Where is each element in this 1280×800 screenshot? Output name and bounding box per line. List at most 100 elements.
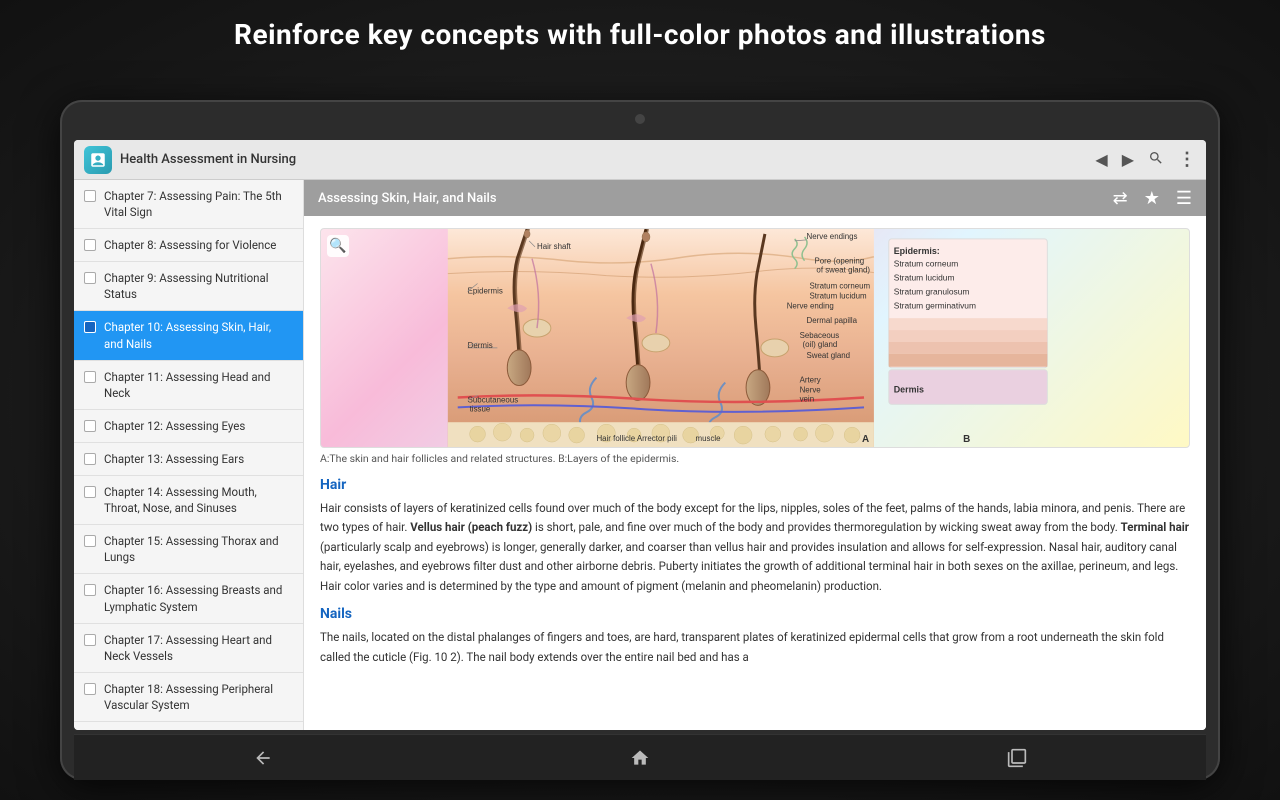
back-nav-button[interactable]	[247, 742, 279, 774]
sidebar-checkbox-ch18	[84, 683, 96, 695]
figure-caption: A:The skin and hair follicles and relate…	[320, 452, 1190, 467]
page-heading: Reinforce key concepts with full-color p…	[0, 18, 1280, 51]
app-title: Health Assessment in Nursing	[120, 152, 1095, 167]
toc-button[interactable]: ☰	[1176, 188, 1192, 209]
svg-text:Nerve endings: Nerve endings	[807, 232, 858, 241]
sidebar-checkbox-ch9	[84, 272, 96, 284]
sidebar-item-ch14[interactable]: Chapter 14: Assessing Mouth, Throat, Nos…	[74, 476, 303, 525]
svg-text:Artery: Artery	[800, 376, 821, 385]
svg-text:Dermal papilla: Dermal papilla	[807, 316, 858, 325]
svg-text:Dermis: Dermis	[894, 385, 924, 395]
sidebar-checkbox-ch8	[84, 239, 96, 251]
sidebar-checkbox-ch11	[84, 371, 96, 383]
back-button[interactable]: ◀	[1095, 150, 1107, 169]
content-header-actions: ⇄ ★ ☰	[1113, 188, 1192, 209]
svg-text:Pore (opening: Pore (opening	[814, 257, 864, 266]
zoom-icon[interactable]: 🔍	[327, 235, 349, 257]
svg-text:of sweat gland): of sweat gland)	[816, 266, 870, 275]
svg-text:Nerve: Nerve	[800, 386, 822, 395]
svg-text:Dermis: Dermis	[468, 341, 493, 350]
sidebar-item-ch12[interactable]: Chapter 12: Assessing Eyes	[74, 410, 303, 443]
app-icon	[84, 146, 112, 174]
svg-text:Sebaceous: Sebaceous	[800, 331, 840, 340]
bookmark-button[interactable]: ★	[1144, 188, 1160, 209]
svg-text:Stratum corneum: Stratum corneum	[810, 281, 871, 290]
sidebar-label-ch9: Chapter 9: Assessing Nutritional Status	[104, 270, 293, 302]
anatomy-image-container: Nerve endings Pore (opening of sweat gla…	[320, 228, 1190, 467]
content-area: Chapter 7: Assessing Pain: The 5th Vital…	[74, 180, 1206, 730]
sidebar-label-ch8: Chapter 8: Assessing for Violence	[104, 237, 276, 253]
forward-button[interactable]: ▶	[1122, 150, 1134, 169]
sidebar-label-ch17: Chapter 17: Assessing Heart and Neck Ves…	[104, 632, 293, 664]
menu-button[interactable]: ⋮	[1178, 151, 1196, 169]
search-button[interactable]	[1148, 150, 1164, 170]
sidebar-item-ch19[interactable]: Chapter 19: Assessing Abdomen	[74, 722, 303, 730]
sidebar-label-ch10: Chapter 10: Assessing Skin, Hair, and Na…	[104, 319, 293, 351]
sidebar-label-ch15: Chapter 15: Assessing Thorax and Lungs	[104, 533, 293, 565]
hair-body-text: Hair consists of layers of keratinized c…	[320, 499, 1190, 597]
svg-text:Epidermis: Epidermis	[468, 286, 503, 295]
content-body: Nerve endings Pore (opening of sweat gla…	[304, 216, 1206, 730]
content-title: Assessing Skin, Hair, and Nails	[318, 191, 1113, 206]
sidebar-checkbox-ch17	[84, 634, 96, 646]
sidebar-item-ch18[interactable]: Chapter 18: Assessing Peripheral Vascula…	[74, 673, 303, 722]
sidebar-label-ch11: Chapter 11: Assessing Head and Neck	[104, 369, 293, 401]
sidebar-checkbox-ch15	[84, 535, 96, 547]
svg-text:Stratum corneum: Stratum corneum	[894, 259, 958, 269]
sidebar-checkbox-ch7	[84, 190, 96, 202]
sidebar-item-ch17[interactable]: Chapter 17: Assessing Heart and Neck Ves…	[74, 624, 303, 673]
nails-section-heading: Nails	[320, 606, 1190, 622]
sidebar-item-ch16[interactable]: Chapter 16: Assessing Breasts and Lympha…	[74, 574, 303, 623]
sidebar-item-ch11[interactable]: Chapter 11: Assessing Head and Neck	[74, 361, 303, 410]
recents-nav-button[interactable]	[1001, 742, 1033, 774]
sidebar-checkbox-ch16	[84, 584, 96, 596]
sidebar: Chapter 7: Assessing Pain: The 5th Vital…	[74, 180, 304, 730]
main-content: Assessing Skin, Hair, and Nails ⇄ ★ ☰	[304, 180, 1206, 730]
nails-body-text: The nails, located on the distal phalang…	[320, 628, 1190, 667]
app-icon-svg	[89, 151, 107, 169]
svg-text:Stratum germinativum: Stratum germinativum	[894, 300, 976, 310]
skin-anatomy-svg: Nerve endings Pore (opening of sweat gla…	[321, 229, 1189, 447]
sidebar-checkbox-ch13	[84, 453, 96, 465]
svg-text:(oil) gland: (oil) gland	[803, 340, 838, 349]
anatomy-illustration: Nerve endings Pore (opening of sweat gla…	[320, 228, 1190, 448]
sidebar-label-ch14: Chapter 14: Assessing Mouth, Throat, Nos…	[104, 484, 293, 516]
anatomy-figure: Nerve endings Pore (opening of sweat gla…	[320, 228, 1190, 467]
content-header: Assessing Skin, Hair, and Nails ⇄ ★ ☰	[304, 180, 1206, 216]
sidebar-checkbox-ch10	[84, 321, 96, 333]
sidebar-item-ch7[interactable]: Chapter 7: Assessing Pain: The 5th Vital…	[74, 180, 303, 229]
sidebar-label-ch16: Chapter 16: Assessing Breasts and Lympha…	[104, 582, 293, 614]
sidebar-checkbox-ch12	[84, 420, 96, 432]
tablet-frame: Health Assessment in Nursing ◀ ▶ ⋮ Chapt…	[60, 100, 1220, 780]
svg-text:muscle: muscle	[696, 434, 722, 443]
sidebar-label-ch7: Chapter 7: Assessing Pain: The 5th Vital…	[104, 188, 293, 220]
android-navbar	[74, 734, 1206, 780]
share-button[interactable]: ⇄	[1113, 188, 1128, 209]
svg-text:Hair shaft: Hair shaft	[537, 242, 572, 251]
sidebar-label-ch18: Chapter 18: Assessing Peripheral Vascula…	[104, 681, 293, 713]
home-nav-button[interactable]	[624, 742, 656, 774]
svg-text:Stratum lucidum: Stratum lucidum	[810, 291, 868, 300]
sidebar-item-ch9[interactable]: Chapter 9: Assessing Nutritional Status	[74, 262, 303, 311]
sidebar-item-ch15[interactable]: Chapter 15: Assessing Thorax and Lungs	[74, 525, 303, 574]
svg-text:Hair follicle Arrector pili: Hair follicle Arrector pili	[596, 434, 677, 443]
sidebar-checkbox-ch14	[84, 486, 96, 498]
svg-text:Stratum granulosum: Stratum granulosum	[894, 286, 970, 296]
topbar-actions: ◀ ▶ ⋮	[1095, 150, 1196, 170]
sidebar-label-ch13: Chapter 13: Assessing Ears	[104, 451, 244, 467]
svg-text:Sweat gland: Sweat gland	[807, 351, 851, 360]
screen: Health Assessment in Nursing ◀ ▶ ⋮ Chapt…	[74, 140, 1206, 730]
app-topbar: Health Assessment in Nursing ◀ ▶ ⋮	[74, 140, 1206, 180]
svg-text:tissue: tissue	[470, 404, 491, 413]
svg-text:B: B	[963, 434, 970, 445]
svg-text:Epidermis:: Epidermis:	[894, 246, 940, 256]
svg-text:vein: vein	[800, 394, 815, 403]
sidebar-label-ch12: Chapter 12: Assessing Eyes	[104, 418, 245, 434]
sidebar-item-ch8[interactable]: Chapter 8: Assessing for Violence	[74, 229, 303, 262]
hair-section-heading: Hair	[320, 477, 1190, 493]
svg-text:A: A	[862, 434, 869, 445]
camera-dot	[635, 114, 645, 124]
svg-text:Nerve ending: Nerve ending	[787, 301, 834, 310]
sidebar-item-ch13[interactable]: Chapter 13: Assessing Ears	[74, 443, 303, 476]
sidebar-item-ch10[interactable]: Chapter 10: Assessing Skin, Hair, and Na…	[74, 311, 303, 360]
